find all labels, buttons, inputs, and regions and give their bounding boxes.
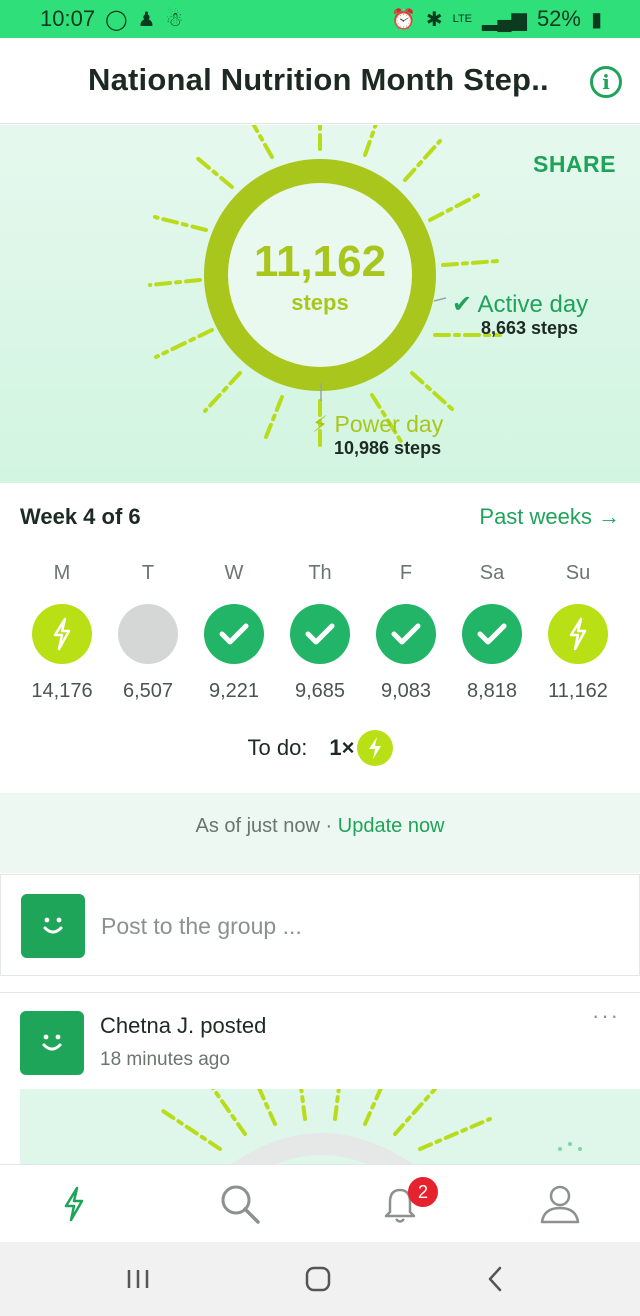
battery-percent: 52%	[536, 6, 581, 31]
avatar	[20, 1011, 84, 1075]
update-now-link[interactable]: Update now	[338, 815, 445, 837]
feed-post[interactable]: Chetna J. posted 18 minutes ago ···	[0, 992, 640, 1166]
todo-row: To do: 1×	[0, 730, 640, 766]
post-composer[interactable]: Post to the group ...	[0, 874, 640, 976]
sync-status-bar: As of just now · Update now	[0, 793, 640, 873]
post-author-line: Chetna J. posted	[100, 1013, 267, 1038]
day-column-sa[interactable]: Sa 8,818	[452, 562, 532, 703]
day-label: Su	[565, 562, 591, 584]
power-day-marker: ⚡ Power day	[312, 411, 443, 438]
network-label: LTE	[452, 13, 472, 25]
todo-count: 1×	[329, 735, 355, 760]
day-label: Th	[308, 562, 332, 584]
power-day-icon	[548, 604, 608, 664]
week-title: Week 4 of 6	[20, 504, 141, 529]
alarm-icon: ⏰	[390, 8, 416, 31]
step-progress-hero: SHARE 11,162 steps ✔ Active day 8,663 st…	[0, 125, 640, 483]
smiley-icon	[42, 1034, 62, 1051]
check-icon	[204, 604, 264, 664]
todo-label: To do:	[247, 735, 308, 760]
steps-unit-label: steps	[291, 290, 349, 315]
instagram-icon: ◯	[105, 8, 128, 31]
day-label: F	[399, 562, 413, 584]
lightning-icon: ⚡	[312, 411, 329, 437]
smiley-icon	[43, 917, 63, 934]
day-column-t[interactable]: T 6,507	[108, 562, 188, 703]
day-steps: 6,507	[122, 680, 174, 702]
notification-badge: 2	[408, 1177, 438, 1207]
avatar	[21, 894, 85, 958]
active-day-label: Active day	[477, 291, 589, 318]
profile-icon	[540, 1185, 580, 1224]
snowman-icon: ☃	[165, 8, 184, 31]
lightning-icon	[64, 1186, 84, 1222]
day-steps: 8,818	[466, 680, 518, 702]
info-icon[interactable]: i	[590, 66, 622, 98]
status-bar: 10:07 ◯ ♟ ☃ ⏰ ✱ LTE ▂▄▆ 52% ▮	[0, 0, 640, 38]
post-preview-image	[20, 1089, 640, 1166]
day-label: T	[141, 562, 155, 584]
day-steps: 9,685	[294, 680, 346, 702]
power-day-label: Power day	[334, 411, 444, 437]
search-tab[interactable]	[210, 1177, 270, 1231]
active-day-marker: ✔ Active day	[452, 290, 588, 319]
power-day-steps: 10,986 steps	[334, 438, 442, 458]
sync-status-text: As of just now ·	[195, 815, 338, 837]
signal-icon: ▂▄▆	[482, 8, 527, 31]
day-column-th[interactable]: Th 9,685	[280, 562, 360, 703]
check-icon	[462, 604, 522, 664]
page-title: National Nutrition Month Step..	[88, 62, 549, 97]
battery-icon: ▮	[590, 8, 602, 31]
week-summary: Week 4 of 6 Past weeks → M 14,176 T 6,507 W 9…	[0, 484, 640, 790]
spy-icon: ♟	[137, 8, 156, 31]
check-icon	[290, 604, 350, 664]
day-column-f[interactable]: F 9,083	[366, 562, 446, 703]
sunburst-preview-graphic	[158, 1089, 582, 1166]
empty-day-circle	[118, 604, 178, 664]
steps-total: 11,162	[253, 237, 387, 286]
system-navigation-bar	[0, 1242, 640, 1316]
search-icon	[221, 1185, 260, 1224]
day-column-w[interactable]: W 9,221	[194, 562, 274, 703]
activity-tab[interactable]	[44, 1177, 104, 1231]
lightning-icon	[356, 730, 393, 766]
past-weeks-link[interactable]: Past weeks →	[479, 504, 620, 530]
status-time: 10:07	[40, 6, 96, 31]
app-bar: National Nutrition Month Step.. i	[0, 38, 640, 124]
back-icon[interactable]	[466, 1258, 526, 1300]
bluetooth-icon: ✱	[425, 8, 443, 31]
notifications-tab[interactable]: 2	[370, 1177, 438, 1231]
day-steps: 14,176	[31, 680, 93, 702]
home-icon[interactable]	[288, 1258, 348, 1300]
day-column-m[interactable]: M 14,176	[22, 562, 102, 703]
recent-apps-icon[interactable]	[108, 1258, 168, 1300]
day-steps: 9,083	[380, 680, 432, 702]
more-options-icon[interactable]: ···	[592, 1003, 620, 1029]
day-label: M	[53, 562, 71, 584]
share-button[interactable]: SHARE	[533, 151, 616, 178]
day-steps: 11,162	[548, 680, 608, 702]
check-icon: ✔	[452, 291, 473, 318]
profile-tab[interactable]	[530, 1177, 590, 1231]
bottom-tab-bar: 2	[0, 1164, 640, 1242]
check-icon	[376, 604, 436, 664]
day-label: W	[224, 562, 244, 584]
post-timestamp: 18 minutes ago	[100, 1049, 230, 1070]
power-day-icon	[32, 604, 92, 664]
day-label: Sa	[479, 562, 505, 584]
post-input-placeholder[interactable]: Post to the group ...	[101, 913, 302, 940]
active-day-steps: 8,663 steps	[481, 318, 579, 338]
day-column-su[interactable]: Su 11,162	[538, 562, 618, 703]
day-steps: 9,221	[208, 680, 260, 702]
